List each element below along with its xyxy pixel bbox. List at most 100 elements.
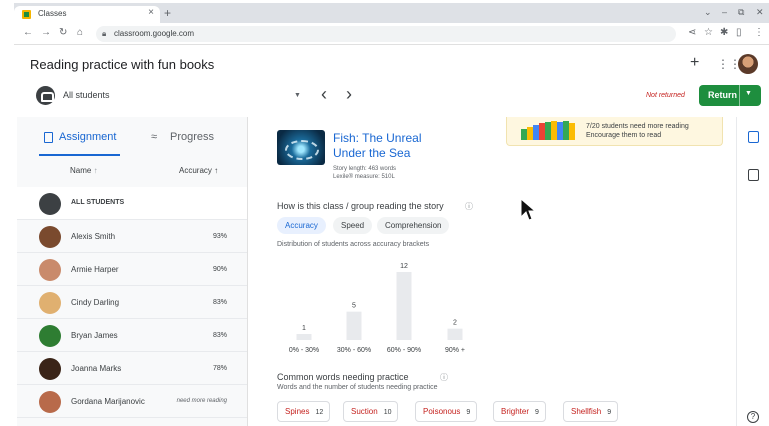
url-text: classroom.google.com [114, 29, 195, 38]
student-avatar [39, 259, 61, 281]
student-accuracy: 93% [212, 233, 227, 240]
document-icon[interactable] [748, 131, 759, 143]
book-title-link[interactable]: Fish: The Unreal Under the Sea [333, 131, 443, 161]
common-words-description: Words and the number of students needing… [277, 384, 438, 391]
help-circle-icon[interactable]: ⓘ [465, 201, 473, 212]
word-count: 9 [466, 409, 471, 416]
chart-bar [346, 311, 362, 340]
student-accuracy: 78% [212, 365, 227, 372]
next-student-icon[interactable]: › [346, 84, 352, 105]
student-avatar [39, 292, 61, 314]
word-chip[interactable]: Spines 12 [277, 401, 331, 422]
chart-data-label: 12 [400, 263, 408, 270]
chart-tick-label: 60% - 90% [387, 347, 421, 354]
chart-bar [396, 272, 412, 340]
word-chip[interactable]: Shellfish 9 [563, 401, 619, 422]
column-accuracy-label: Accuracy [179, 166, 212, 175]
accuracy-distribution-chart: 1 0% - 30% 5 30% - 60% 12 60% - 90% 2 90% + [289, 263, 465, 354]
book-cover-image [277, 130, 325, 165]
add-icon[interactable]: + [690, 54, 699, 72]
reload-icon[interactable]: ↻ [59, 27, 67, 38]
minimize-icon[interactable]: – [722, 7, 727, 17]
notice-line-1: 7/20 students need more reading [586, 123, 689, 130]
word-count: 9 [607, 409, 612, 416]
word-label: Spines [285, 407, 310, 416]
student-row[interactable]: Alexis Smith 93% [17, 220, 247, 253]
student-avatar [39, 226, 61, 248]
all-students-row[interactable]: ALL STUDENTS [17, 187, 247, 220]
student-accuracy: 90% [212, 266, 227, 273]
student-accuracy: 83% [212, 332, 227, 339]
group-icon [39, 193, 61, 215]
student-row[interactable]: Armie Harper 90% [17, 253, 247, 286]
word-chip[interactable]: Suction 10 [343, 401, 399, 422]
restore-icon[interactable]: ⧉ [738, 7, 744, 18]
comment-icon[interactable] [748, 169, 759, 181]
share-icon[interactable]: ⋖ [688, 27, 696, 38]
classroom-favicon-icon [22, 10, 31, 19]
notice-line-2: Encourage them to read [586, 132, 662, 139]
story-length: Story length: 463 words [333, 166, 397, 172]
forward-icon[interactable]: → [41, 27, 51, 38]
chip-comprehension[interactable]: Comprehension [377, 217, 450, 234]
student-accuracy: need more reading [176, 398, 227, 404]
chart-data-label: 2 [453, 320, 457, 327]
tab-progress-label: Progress [170, 131, 215, 143]
word-chip[interactable]: Brighter 9 [493, 401, 546, 422]
student-row[interactable]: Gordana Marijanovic need more reading [17, 385, 247, 418]
bookmark-star-icon[interactable]: ☆ [704, 27, 713, 38]
student-row[interactable]: Cindy Darling 83% [17, 286, 247, 319]
word-chip[interactable]: Poisonous 9 [415, 401, 478, 422]
column-name-label: Name [70, 166, 92, 175]
close-tab-icon[interactable]: × [148, 7, 154, 18]
student-name: Joanna Marks [71, 364, 122, 373]
books-illustration-icon [521, 121, 575, 140]
insights-question: How is this class / group reading the st… [277, 201, 444, 211]
common-words-title: Common words needing practice [277, 372, 409, 382]
active-tab-indicator [39, 154, 120, 156]
close-window-icon[interactable]: ✕ [756, 7, 764, 18]
reading-notice-banner: 7/20 students need more reading Encourag… [506, 117, 723, 146]
new-tab-icon[interactable]: + [164, 6, 171, 20]
student-row[interactable]: Bryan James 83% [17, 319, 247, 352]
chart-tick-label: 30% - 60% [337, 347, 371, 354]
browser-tab[interactable]: Classes × [14, 6, 160, 23]
tab-assignment-label: Assignment [59, 131, 117, 143]
return-options-chevron-icon[interactable]: ▼ [745, 90, 752, 97]
all-students-label: ALL STUDENTS [71, 199, 125, 206]
help-circle-icon[interactable]: ⓘ [440, 372, 448, 383]
chip-speed[interactable]: Speed [333, 217, 373, 234]
word-count: 12 [315, 409, 324, 416]
extensions-icon[interactable]: ✱ [720, 27, 728, 38]
chevron-down-icon[interactable]: ▼ [294, 92, 301, 99]
help-icon[interactable]: ? [747, 411, 759, 423]
chip-accuracy[interactable]: Accuracy [277, 217, 326, 234]
class-group-icon [36, 86, 55, 105]
side-panel-icon[interactable]: ▯ [736, 27, 742, 38]
account-avatar[interactable] [738, 54, 758, 74]
student-avatar [39, 358, 61, 380]
word-count: 10 [383, 409, 392, 416]
return-button-divider [739, 85, 740, 106]
column-header-name[interactable]: Name ↑ [70, 166, 98, 175]
lock-icon: 🔒︎ [102, 29, 107, 38]
word-count: 9 [535, 409, 539, 416]
column-header-accuracy[interactable]: Accuracy ↑ [179, 166, 218, 175]
browser-tab-title: Classes [38, 9, 67, 18]
chart-tick-label: 0% - 30% [289, 347, 319, 354]
students-select[interactable]: All students [63, 90, 110, 100]
return-button[interactable]: Return ▼ [699, 85, 761, 106]
back-icon[interactable]: ← [23, 27, 33, 38]
chart-bar [296, 334, 312, 340]
right-side-rail: ? [736, 117, 769, 426]
tab-search-icon[interactable]: ⌄ [704, 7, 712, 18]
student-row[interactable]: Joanna Marks 78% [17, 352, 247, 385]
student-name: Gordana Marijanovic [71, 397, 145, 406]
word-label: Shellfish [571, 407, 602, 416]
address-bar[interactable]: 🔒︎ classroom.google.com [96, 26, 676, 42]
lexile-measure: Lexile® measure: 510L [333, 174, 395, 180]
chart-description: Distribution of students across accuracy… [277, 241, 430, 248]
previous-student-icon[interactable]: ‹ [321, 84, 327, 105]
browser-menu-icon[interactable]: ⋮ [754, 27, 764, 38]
home-icon[interactable]: ⌂ [77, 27, 83, 38]
